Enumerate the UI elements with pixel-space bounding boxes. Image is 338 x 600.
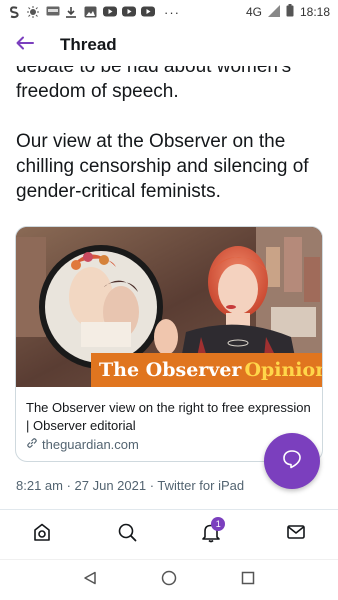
tweet-timestamp: 8:21 am · 27 Jun 2021 · Twitter for iPad [16, 478, 245, 493]
observer-opinions-banner: The Observer Opinions [91, 353, 322, 387]
image-icon [84, 6, 97, 18]
reply-fab-button[interactable] [264, 433, 320, 489]
tweet-text-paragraph: Our view at the Observer on the chilling… [16, 131, 309, 202]
download-icon [65, 6, 77, 18]
back-triangle-icon [83, 571, 97, 590]
system-home-button[interactable] [154, 565, 184, 595]
battery-icon [286, 4, 294, 20]
link-preview-image: The Observer Opinions [16, 227, 322, 387]
brightness-icon [27, 6, 39, 18]
recents-square-icon [241, 571, 255, 590]
clock: 18:18 [299, 5, 330, 19]
tweet-text: debate to be had about women's freedom o… [0, 60, 338, 204]
link-preview-card[interactable]: The Observer Opinions The Observer view … [15, 226, 323, 462]
banner-opinions-text: Opinions [244, 359, 322, 381]
nav-home[interactable] [22, 515, 62, 555]
system-recents-button[interactable] [233, 565, 263, 595]
network-type: 4G [245, 5, 262, 19]
status-bar: ··· 4G 18:18 [0, 0, 338, 24]
bottom-nav: 1 [0, 509, 338, 559]
app-header: Thread [0, 24, 338, 66]
s-app-icon [8, 6, 20, 19]
system-nav-bar [0, 559, 338, 600]
search-icon [116, 521, 138, 548]
back-arrow-icon [16, 36, 34, 55]
link-icon [26, 437, 38, 452]
more-notifications-indicator: ··· [164, 4, 180, 20]
messages-icon [285, 521, 307, 548]
youtube-icon [103, 6, 117, 18]
system-back-button[interactable] [75, 565, 105, 595]
back-button[interactable] [0, 24, 50, 66]
banner-observer-text: The Observer [99, 359, 242, 381]
compose-reply-icon [282, 449, 302, 474]
nfc-card-icon [46, 6, 60, 18]
home-icon [31, 521, 53, 548]
youtube-icon [122, 6, 136, 18]
notification-badge: 1 [211, 516, 226, 531]
home-circle-icon [161, 570, 177, 591]
youtube-icon [141, 6, 155, 18]
nav-notifications[interactable]: 1 [191, 515, 231, 555]
page-title: Thread [60, 35, 117, 54]
tweet-text-paragraph: debate to be had about women's freedom o… [16, 60, 292, 102]
nav-search[interactable] [107, 515, 147, 555]
link-domain-text: theguardian.com [42, 437, 139, 452]
signal-icon [267, 4, 280, 20]
link-preview-title: The Observer view on the right to free e… [26, 400, 311, 433]
nav-messages[interactable] [276, 515, 316, 555]
